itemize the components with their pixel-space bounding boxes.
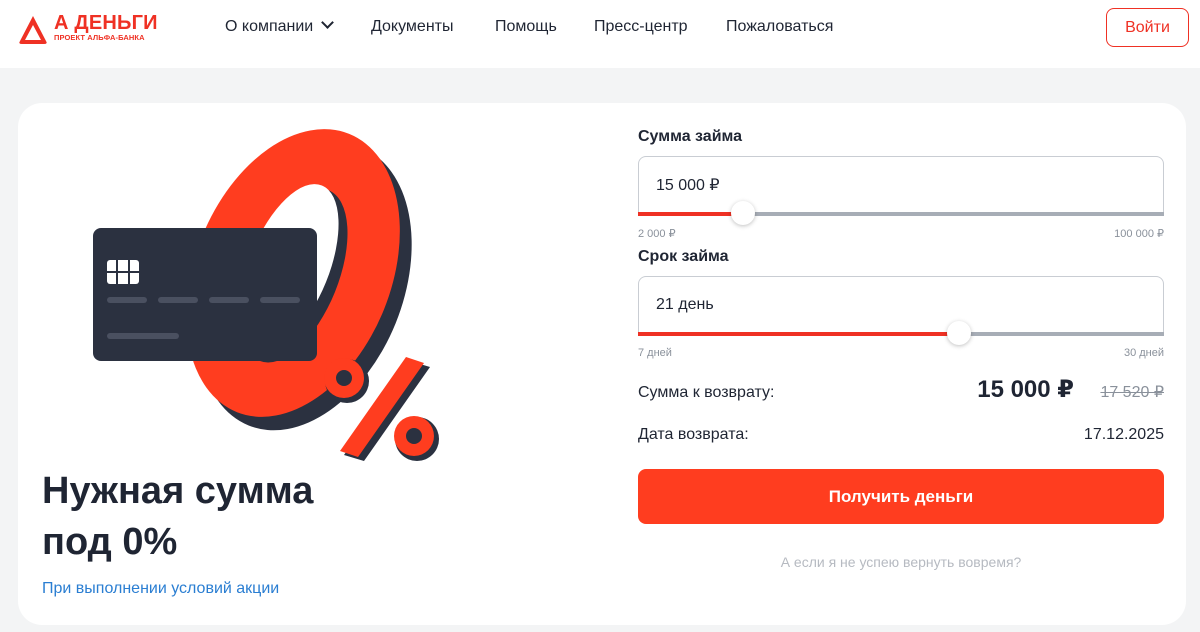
nav-item-about[interactable]: О компании [225,16,335,36]
loan-amount-range: 2 000 ₽ 100 000 ₽ [638,216,1164,242]
nav-item-help[interactable]: Помощь [495,18,557,36]
loan-term-range: 7 дней 30 дней [638,336,1164,362]
bank-card-icon [93,228,317,361]
get-money-button[interactable]: Получить деньги [638,469,1164,524]
loan-form: Сумма займа 2 000 ₽ 100 000 ₽ Срок займа… [638,128,1164,570]
repayment-date-label: Дата возврата: [638,426,749,443]
login-button[interactable]: Войти [1106,8,1189,47]
loan-amount-label: Сумма займа [638,128,743,145]
hero-title-line1: Нужная сумма [42,470,314,512]
nav-item-press-center[interactable]: Пресс-центр [594,18,688,36]
loan-amount-field[interactable] [638,156,1164,212]
repayment-row: Сумма к возврату: 15 000 ₽ 17 520 ₽ [638,374,1164,416]
logo-title: А ДЕНЬГИ [54,12,158,34]
loan-term-min: 7 дней [638,347,672,359]
loan-amount-min: 2 000 ₽ [638,228,676,240]
loan-term-field[interactable] [638,276,1164,332]
loan-amount-max: 100 000 ₽ [1114,228,1164,240]
late-repayment-link[interactable]: А если я не успею вернуть вовремя? [638,554,1164,570]
repayment-old-amount: 17 520 ₽ [1100,384,1164,401]
promo-conditions-link[interactable]: При выполнении условий акции [42,580,279,598]
top-header: А ДЕНЬГИ ПРОЕКТ АЛЬФА-БАНКА О компании Д… [0,0,1200,68]
loan-term-max: 30 дней [1123,347,1164,359]
repayment-date-row: Дата возврата: 17.12.2025 [638,416,1164,458]
repayment-date-value: 17.12.2025 [1083,426,1164,443]
nav-item-about-label: О компании [225,18,314,35]
alfa-a-logo-icon [19,16,47,44]
hero-title-line2: под 0% [42,521,178,563]
loan-amount-input[interactable] [656,176,956,194]
nav-item-documents[interactable]: Документы [371,18,453,36]
logo-subtitle: ПРОЕКТ АЛЬФА-БАНКА [54,33,145,42]
loan-term-label: Срок займа [638,248,729,265]
zero-percent-card-illustration [93,129,439,461]
repayment-label: Сумма к возврату: [638,384,775,401]
brand-logo[interactable]: А ДЕНЬГИ ПРОЕКТ АЛЬФА-БАНКА [14,12,164,46]
chevron-down-icon [321,16,335,29]
loan-term-input[interactable] [656,296,956,314]
hero-title: Нужная сумма под 0% [42,466,462,568]
repayment-amount: 15 000 ₽ [977,376,1074,403]
nav-item-complain[interactable]: Пожаловаться [726,18,833,36]
percent-icon [324,357,439,461]
loan-card: Нужная сумма под 0% При выполнении услов… [18,103,1186,625]
